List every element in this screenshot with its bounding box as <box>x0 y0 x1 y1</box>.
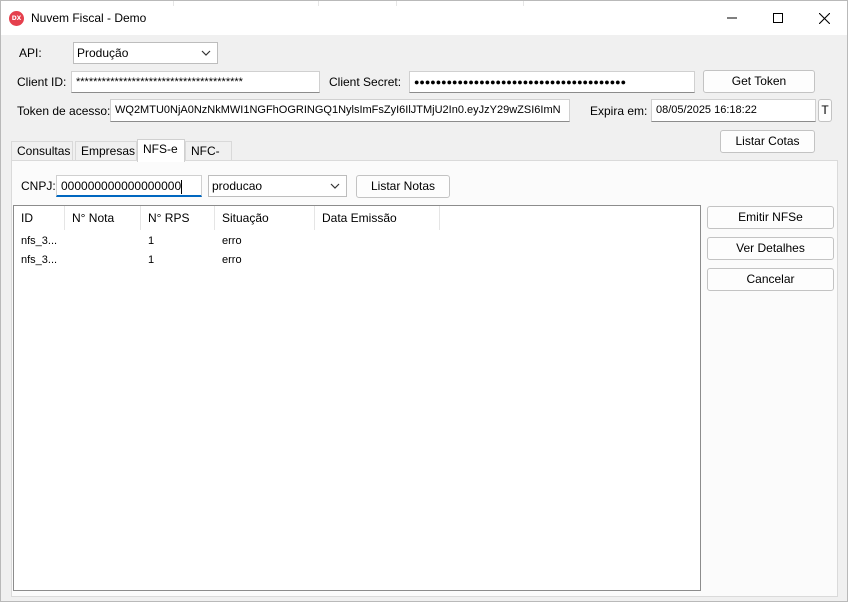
window-title: Nuvem Fiscal - Demo <box>31 11 147 25</box>
client-secret-input[interactable]: ●●●●●●●●●●●●●●●●●●●●●●●●●●●●●●●●●●●●●●● <box>409 71 695 93</box>
api-select[interactable]: Produção <box>73 42 218 64</box>
column-header-situacao[interactable]: Situação <box>215 206 315 230</box>
app-logo-icon: DX <box>9 11 24 26</box>
maximize-button[interactable] <box>755 1 801 35</box>
expira-label: Expira em: <box>590 104 648 118</box>
chevron-down-icon <box>201 50 211 56</box>
listview-header: ID N° Nota N° RPS Situação Data Emissão <box>14 206 700 230</box>
column-header-rps[interactable]: N° RPS <box>141 206 215 230</box>
tab-empresas[interactable]: Empresas <box>75 141 137 161</box>
api-select-value: Produção <box>77 46 129 60</box>
notas-listview[interactable]: ID N° Nota N° RPS Situação Data Emissão … <box>13 205 701 591</box>
token-label: Token de acesso: <box>17 104 111 118</box>
tab-nfce[interactable]: NFC-e <box>185 141 232 177</box>
text-caret <box>181 179 183 194</box>
table-row[interactable]: nfs_3... 1 erro <box>14 232 700 251</box>
ambiente-select-value: producao <box>212 179 263 193</box>
token-input[interactable]: WQ2MTU0NjA0NzNkMWI1NGFhOGRINGQ1NylsImFsZ… <box>110 99 570 122</box>
chevron-down-icon <box>330 183 340 189</box>
tab-nfse[interactable]: NFS-e <box>137 139 185 162</box>
client-id-input[interactable]: *************************************** <box>71 71 320 93</box>
cell-rps: 1 <box>148 254 155 266</box>
column-header-data[interactable]: Data Emissão <box>315 206 440 230</box>
minimize-button[interactable] <box>709 1 755 35</box>
app-window: DX Nuvem Fiscal - Demo API: Produção Cli… <box>0 0 848 602</box>
cell-situacao: erro <box>222 235 242 247</box>
cell-id: nfs_3... <box>21 254 58 266</box>
emitir-nfse-button[interactable]: Emitir NFSe <box>707 206 834 229</box>
minimize-icon <box>727 17 737 19</box>
client-secret-label: Client Secret: <box>329 75 402 89</box>
cell-situacao: erro <box>222 254 242 266</box>
close-icon <box>818 12 830 24</box>
t-button[interactable]: T <box>818 99 832 122</box>
listar-notas-button[interactable]: Listar Notas <box>356 175 450 198</box>
expira-input[interactable]: 08/05/2025 16:18:22 <box>651 99 816 122</box>
maximize-icon <box>773 13 783 23</box>
tab-consultas[interactable]: Consultas <box>11 141 73 161</box>
column-header-nota[interactable]: N° Nota <box>65 206 141 230</box>
ambiente-select[interactable]: producao <box>208 175 347 197</box>
table-row[interactable]: nfs_3... 1 erro <box>14 251 700 270</box>
cell-rps: 1 <box>148 235 155 247</box>
cnpj-value: 000000000000000000 <box>61 179 182 193</box>
api-label: API: <box>19 46 42 60</box>
get-token-button[interactable]: Get Token <box>703 70 815 93</box>
client-id-label: Client ID: <box>17 75 67 89</box>
column-header-id[interactable]: ID <box>14 206 65 230</box>
cnpj-label: CNPJ: <box>21 179 56 193</box>
close-button[interactable] <box>801 1 847 35</box>
cnpj-input[interactable]: 000000000000000000 <box>56 175 202 197</box>
cell-id: nfs_3... <box>21 235 58 247</box>
listar-cotas-button[interactable]: Listar Cotas <box>720 130 815 153</box>
title-bar: DX Nuvem Fiscal - Demo <box>1 1 847 35</box>
cancelar-button[interactable]: Cancelar <box>707 268 834 291</box>
ver-detalhes-button[interactable]: Ver Detalhes <box>707 237 834 260</box>
